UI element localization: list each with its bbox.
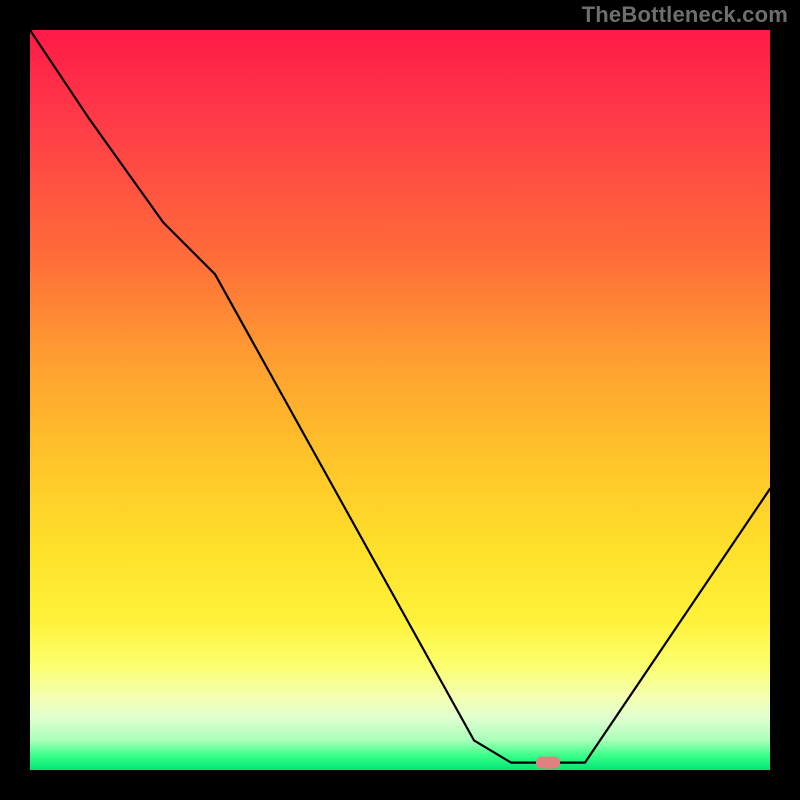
optimum-marker [536,757,560,769]
plot-area [30,30,770,770]
chart-frame: TheBottleneck.com [0,0,800,800]
watermark-text: TheBottleneck.com [582,2,788,28]
curve-layer [30,30,770,770]
bottleneck-curve [30,30,770,763]
